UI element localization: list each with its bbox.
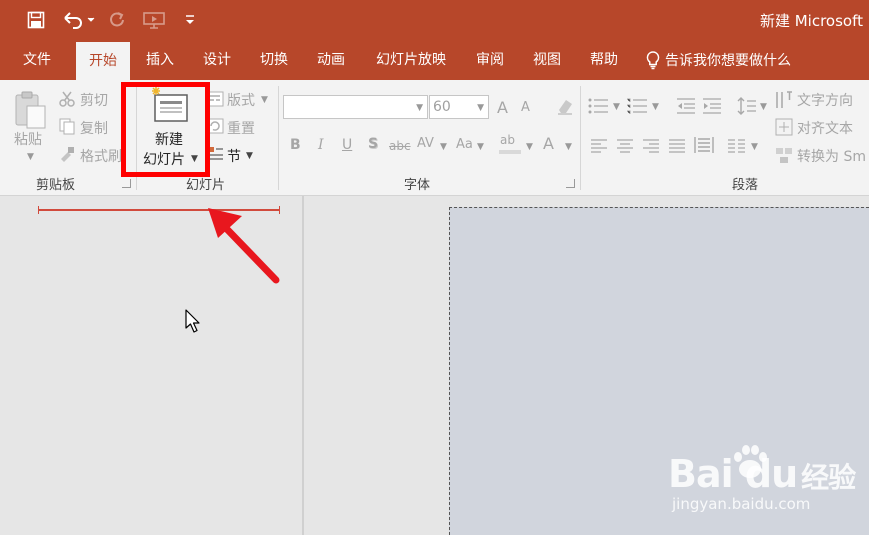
align-left-icon[interactable] — [590, 138, 608, 157]
section-button[interactable]: 节 — [227, 146, 241, 166]
grow-font-button[interactable]: A — [497, 98, 508, 117]
character-spacing-dropdown-icon[interactable]: ▼ — [440, 142, 447, 152]
new-slide-dropdown-icon[interactable]: ▼ — [191, 154, 198, 164]
align-right-icon[interactable] — [642, 138, 660, 157]
tab-animations[interactable]: 动画 — [307, 40, 355, 80]
tab-file[interactable]: 文件 — [12, 40, 62, 80]
section-icon[interactable] — [208, 145, 224, 167]
lightbulb-icon — [646, 51, 660, 70]
layout-button[interactable]: 版式 — [227, 90, 255, 110]
bold-button[interactable]: B — [290, 137, 301, 153]
text-direction-icon[interactable] — [774, 90, 794, 114]
highlight-button[interactable]: ab — [500, 133, 515, 147]
paste-icon[interactable] — [13, 90, 47, 134]
title-bar: 新建 Microsoft — [0, 0, 869, 40]
text-direction-button[interactable]: 文字方向 — [797, 90, 853, 110]
text-shadow-button[interactable]: S — [368, 136, 378, 152]
tab-slideshow[interactable]: 幻灯片放映 — [366, 40, 456, 80]
cut-icon[interactable] — [58, 90, 76, 112]
font-size-box[interactable]: 60 ▼ — [429, 95, 489, 119]
font-name-box[interactable]: ▼ — [283, 95, 428, 119]
format-painter-button[interactable]: 格式刷 — [80, 146, 122, 166]
convert-smartart-icon[interactable] — [774, 145, 794, 169]
clear-formatting-icon[interactable] — [555, 96, 575, 120]
font-dialog-launcher-icon[interactable] — [566, 179, 575, 188]
copy-button[interactable]: 复制 — [80, 118, 108, 138]
save-icon[interactable] — [24, 8, 48, 32]
align-text-button[interactable]: 对齐文本 — [797, 118, 853, 138]
font-size-value: 60 — [433, 99, 451, 115]
distributed-icon[interactable] — [694, 136, 714, 158]
numbering-dropdown-icon[interactable]: ▼ — [652, 102, 659, 112]
tab-home[interactable]: 开始 — [76, 42, 130, 80]
font-group-label: 字体 — [404, 178, 431, 193]
clipboard-group-label: 剪贴板 — [36, 178, 76, 193]
font-name-dropdown-icon[interactable]: ▼ — [416, 103, 423, 113]
columns-dropdown-icon[interactable]: ▼ — [751, 142, 758, 152]
new-slide-icon[interactable] — [150, 86, 192, 130]
section-dropdown-icon[interactable]: ▼ — [246, 151, 253, 161]
tab-design[interactable]: 设计 — [193, 40, 241, 80]
reset-button[interactable]: 重置 — [227, 118, 255, 138]
columns-icon[interactable] — [727, 138, 747, 157]
slides-group-label: 幻灯片 — [186, 178, 226, 193]
ribbon-tab-row: 文件 开始 插入 设计 切换 动画 幻灯片放映 审阅 视图 帮助 告诉我你想要做… — [0, 40, 869, 80]
tab-insert[interactable]: 插入 — [136, 40, 184, 80]
align-center-icon[interactable] — [616, 138, 634, 157]
font-color-dropdown-icon[interactable]: ▼ — [565, 142, 572, 152]
mouse-cursor-icon — [185, 309, 200, 333]
layout-icon[interactable] — [205, 90, 225, 112]
new-slide-label-line2[interactable]: 幻灯片 — [143, 149, 185, 169]
group-separator — [278, 86, 279, 190]
ribbon: 粘贴 ▼ 剪切 复制 格式刷 剪贴板 新建 幻灯片 ▼ 版式 ▼ 重置 节 ▼ … — [0, 80, 869, 196]
character-spacing-button[interactable]: AV — [417, 136, 434, 151]
convert-smartart-button[interactable]: 转换为 Sm — [797, 146, 866, 166]
decrease-indent-icon[interactable] — [676, 98, 696, 118]
change-case-button[interactable]: Aa — [456, 137, 473, 152]
cut-button[interactable]: 剪切 — [80, 90, 108, 110]
format-painter-icon[interactable] — [58, 145, 76, 167]
shrink-font-button[interactable]: A — [521, 100, 530, 115]
group-separator — [136, 86, 137, 190]
line-spacing-dropdown-icon[interactable]: ▼ — [760, 102, 767, 112]
slide-canvas[interactable] — [449, 207, 869, 535]
align-text-icon[interactable] — [774, 117, 794, 141]
increase-indent-icon[interactable] — [702, 98, 722, 118]
font-size-dropdown-icon[interactable]: ▼ — [477, 103, 484, 113]
italic-button[interactable]: I — [318, 137, 324, 153]
copy-icon[interactable] — [58, 117, 76, 139]
paragraph-group-label: 段落 — [732, 178, 759, 193]
paste-dropdown-icon[interactable]: ▼ — [27, 152, 34, 162]
layout-dropdown-icon[interactable]: ▼ — [261, 95, 268, 105]
group-separator — [580, 86, 581, 190]
tell-me-label: 告诉我你想要做什么 — [665, 53, 791, 69]
font-color-button[interactable]: A — [543, 134, 554, 153]
tab-view[interactable]: 视图 — [523, 40, 571, 80]
justify-icon[interactable] — [668, 138, 686, 157]
paste-button-label[interactable]: 粘贴 — [14, 129, 42, 149]
reset-icon[interactable] — [205, 117, 225, 139]
change-case-dropdown-icon[interactable]: ▼ — [477, 142, 484, 152]
highlight-color-bar — [499, 150, 521, 154]
present-from-start-icon[interactable] — [140, 8, 168, 32]
numbering-icon[interactable] — [626, 98, 648, 118]
customize-qat-icon[interactable] — [180, 8, 200, 32]
red-arrow-annotation — [208, 208, 280, 284]
window-title: 新建 Microsoft — [759, 12, 863, 30]
line-spacing-icon[interactable] — [737, 96, 757, 120]
undo-icon[interactable] — [60, 8, 98, 32]
new-slide-label-line1[interactable]: 新建 — [155, 129, 183, 149]
bullets-icon[interactable] — [588, 98, 610, 118]
tab-help[interactable]: 帮助 — [580, 40, 628, 80]
bullets-dropdown-icon[interactable]: ▼ — [613, 102, 620, 112]
highlight-dropdown-icon[interactable]: ▼ — [526, 142, 533, 152]
redo-icon[interactable] — [106, 8, 128, 32]
tab-transitions[interactable]: 切换 — [250, 40, 298, 80]
clipboard-dialog-launcher-icon[interactable] — [122, 179, 131, 188]
tab-review[interactable]: 审阅 — [466, 40, 514, 80]
strikethrough-button[interactable]: abc — [389, 139, 411, 153]
tell-me-search[interactable]: 告诉我你想要做什么 — [645, 40, 791, 80]
underline-button[interactable]: U — [342, 137, 352, 153]
